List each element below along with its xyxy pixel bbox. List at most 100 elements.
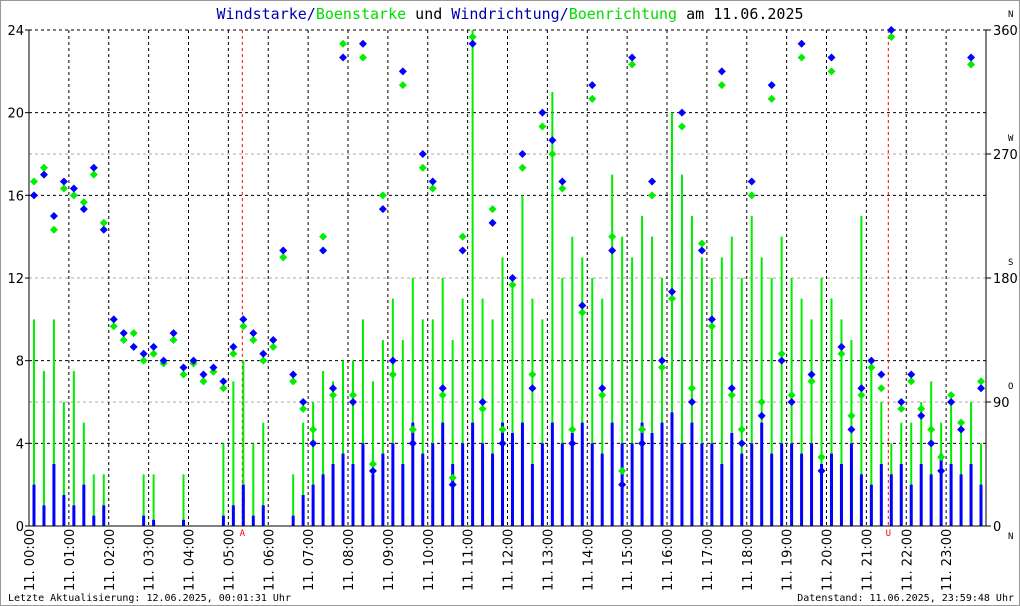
wind-direction-point <box>119 329 128 338</box>
wind-direction-point <box>687 398 696 406</box>
gust-direction-point <box>747 191 756 200</box>
gust-direction-point <box>39 163 48 172</box>
gust-direction-point <box>648 191 657 200</box>
gust-direction-point <box>628 60 637 69</box>
compass-label: O <box>1008 382 1013 392</box>
wind-direction-point <box>877 370 886 379</box>
gust-direction-point <box>169 336 178 344</box>
wind-direction-point <box>428 177 437 186</box>
wind-direction-point <box>667 287 676 296</box>
gust-direction-point <box>299 404 308 413</box>
wind-direction-point <box>697 246 706 255</box>
x-tick-label: 11. 09:00 <box>382 529 397 591</box>
wind-direction-point <box>787 398 796 406</box>
wind-direction-point <box>817 466 826 475</box>
gust-direction-point <box>179 370 188 379</box>
gust-direction-point <box>319 232 328 241</box>
y-left-tick-label: 20 <box>7 107 24 122</box>
wind-direction-point <box>269 336 278 344</box>
gust-direction-point <box>89 170 98 179</box>
gust-direction-point <box>887 32 896 41</box>
gust-direction-point <box>438 391 447 400</box>
data-status-text: Datenstand: 11.06.2025, 23:59:48 Uhr <box>797 593 1014 604</box>
wind-direction-point <box>917 411 926 420</box>
gust-direction-point <box>538 122 547 131</box>
wind-direction-point <box>368 466 377 475</box>
gust-direction-point <box>79 198 88 207</box>
wind-direction-point <box>69 184 78 193</box>
wind-direction-point <box>49 212 58 220</box>
gust-direction-point <box>388 370 397 379</box>
gust-direction-point <box>478 404 487 413</box>
wind-direction-point <box>967 53 976 62</box>
x-tick-label: 11. 13:00 <box>541 529 556 591</box>
wind-direction-point <box>388 356 397 365</box>
x-tick-label: 11. 20:00 <box>821 529 836 591</box>
x-tick-label: 11. 15:00 <box>621 529 636 591</box>
gust-direction-point <box>977 377 986 386</box>
wind-direction-point <box>398 67 407 76</box>
wind-direction-point <box>309 439 318 448</box>
wind-direction-point <box>897 398 906 406</box>
gust-direction-point <box>837 349 846 358</box>
compass-label: N <box>1008 10 1013 20</box>
gust-direction-point <box>358 53 367 62</box>
gust-direction-point <box>907 377 916 386</box>
gust-direction-point <box>249 336 258 344</box>
y-right-tick-label: 0 <box>993 520 1001 535</box>
wind-direction-point <box>438 384 447 393</box>
wind-direction-point <box>977 384 986 393</box>
wind-direction-point <box>29 191 38 200</box>
title-boenstarke: Boenstarke <box>316 5 406 23</box>
x-tick-label: 11. 06:00 <box>262 529 277 591</box>
wind-direction-point <box>259 349 268 358</box>
wind-direction-point <box>618 480 627 489</box>
wind-direction-point <box>807 370 816 379</box>
wind-direction-point <box>608 246 617 255</box>
wind-direction-point <box>79 205 88 214</box>
wind-direction-point <box>598 384 607 393</box>
compass-label: W <box>1008 134 1014 144</box>
x-tick-label: 11. 14:00 <box>581 529 596 591</box>
gust-direction-point <box>697 239 706 248</box>
wind-direction-point <box>628 53 637 62</box>
title-sep: / <box>560 5 569 23</box>
x-tick-label: 11. 19:00 <box>781 529 796 591</box>
gust-direction-point <box>458 232 467 241</box>
gust-direction-point <box>488 205 497 214</box>
wind-direction-point <box>408 439 417 448</box>
gust-direction-point <box>767 94 776 103</box>
wind-direction-point <box>289 370 298 379</box>
wind-direction-point <box>99 225 108 234</box>
gust-direction-point <box>707 322 716 331</box>
wind-direction-point <box>299 398 308 406</box>
gust-direction-point <box>897 404 906 413</box>
gust-direction-point <box>578 308 587 317</box>
wind-direction-point <box>339 53 348 62</box>
gust-direction-point <box>598 391 607 400</box>
gust-direction-point <box>618 466 627 475</box>
wind-direction-point <box>827 53 836 62</box>
x-tick-label: 11. 11:00 <box>462 529 477 591</box>
wind-direction-point <box>169 329 178 338</box>
wind-direction-point <box>229 342 238 351</box>
y-right-tick-label: 270 <box>993 148 1018 163</box>
gust-direction-point <box>259 356 268 365</box>
gust-direction-point <box>677 122 686 131</box>
x-tick-label: 11. 02:00 <box>103 529 118 591</box>
wind-direction-point <box>209 363 218 372</box>
y-left-tick-label: 4 <box>16 437 24 452</box>
gust-direction-point <box>418 163 427 172</box>
wind-direction-point <box>847 425 856 434</box>
x-tick-label: 11. 17:00 <box>701 529 716 591</box>
x-tick-label: 11. 22:00 <box>900 529 915 591</box>
gust-direction-point <box>368 460 377 468</box>
gust-direction-point <box>658 363 667 372</box>
wind-direction-point <box>558 177 567 186</box>
wind-direction-point <box>39 170 48 179</box>
x-tick-label: 11. 03:00 <box>143 529 158 591</box>
wind-direction-point <box>568 439 577 448</box>
wind-direction-point <box>378 205 387 214</box>
x-tick-label: 11. 05:00 <box>222 529 237 591</box>
gust-direction-point <box>339 39 348 48</box>
